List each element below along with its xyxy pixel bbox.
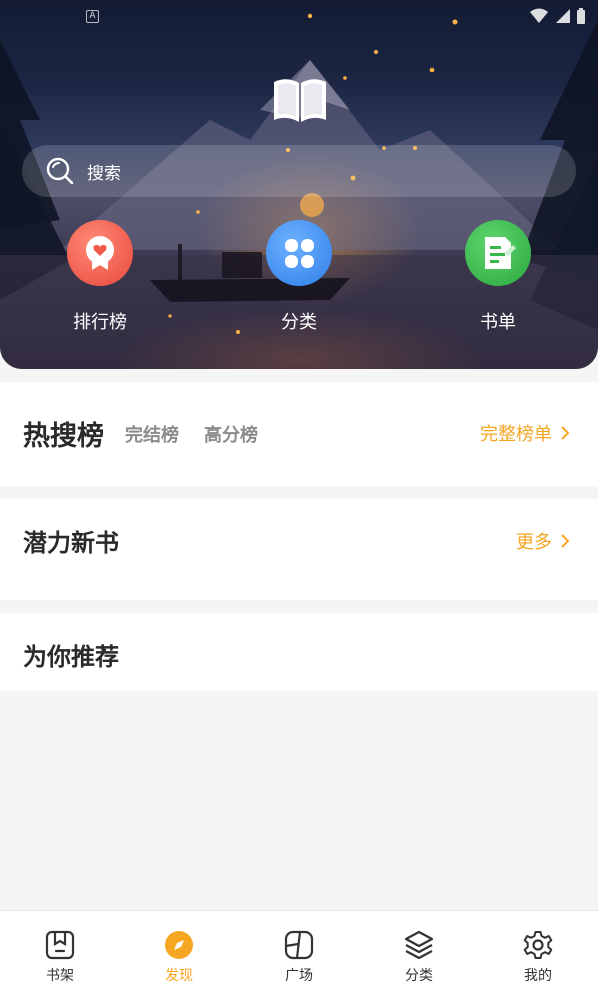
ranking-icon (67, 220, 133, 286)
potential-new-books-section: 潜力新书 更多 (0, 499, 598, 600)
nav-bookshelf-label: 书架 (46, 968, 74, 984)
wifi-icon (530, 8, 548, 23)
category-label: 分类 (281, 312, 317, 333)
square-icon (284, 930, 314, 960)
booklist-icon (465, 220, 531, 286)
ranking-entry[interactable]: 排行榜 (40, 220, 160, 334)
layers-icon (404, 930, 434, 960)
nav-category-label: 分类 (405, 968, 433, 984)
nav-mine[interactable]: 我的 (478, 911, 598, 998)
accessibility-icon: A (86, 10, 99, 23)
booklist-label: 书单 (480, 312, 516, 333)
hot-search-section: 热搜榜 完结榜 高分榜 完整榜单 (0, 382, 598, 486)
search-placeholder: 搜索 (87, 163, 121, 184)
gear-icon (523, 931, 553, 959)
status-icons (530, 8, 586, 24)
category-icon (266, 220, 332, 286)
bookshelf-icon (45, 930, 75, 960)
recommend-section: 为你推荐 (0, 613, 598, 691)
booklist-entry[interactable]: 书单 (438, 220, 558, 334)
discover-header: A 搜索 排行榜 分类 书单 (0, 0, 598, 369)
tab-high-score[interactable]: 高分榜 (204, 421, 258, 447)
nav-bookshelf[interactable]: 书架 (0, 911, 120, 998)
nav-discover-label: 发现 (165, 968, 193, 984)
chevron-right-icon (561, 426, 570, 440)
nav-category[interactable]: 分类 (359, 911, 479, 998)
category-entry[interactable]: 分类 (239, 220, 359, 334)
tab-completed[interactable]: 完结榜 (125, 421, 179, 447)
ranking-label: 排行榜 (73, 312, 127, 333)
nav-square[interactable]: 广场 (239, 911, 359, 998)
recommend-title: 为你推荐 (23, 643, 119, 671)
compass-icon (165, 931, 193, 959)
battery-icon (577, 8, 585, 24)
nav-square-label: 广场 (285, 968, 313, 984)
full-ranking-link[interactable]: 完整榜单 (480, 420, 570, 446)
book-logo-icon (274, 79, 326, 122)
hot-search-title[interactable]: 热搜榜 (23, 414, 104, 453)
nav-mine-label: 我的 (524, 968, 552, 984)
search-bar[interactable]: 搜索 (22, 145, 576, 197)
signal-icon (556, 9, 570, 23)
status-bar: A (0, 0, 598, 34)
full-ranking-label: 完整榜单 (480, 424, 552, 445)
chevron-right-icon (561, 534, 570, 548)
bottom-nav: 书架 发现 广场 分类 我的 (0, 910, 598, 998)
potential-title: 潜力新书 (23, 529, 119, 557)
nav-discover[interactable]: 发现 (119, 911, 239, 998)
more-link[interactable]: 更多 (516, 528, 570, 554)
search-icon (46, 157, 74, 185)
more-label: 更多 (516, 532, 552, 553)
